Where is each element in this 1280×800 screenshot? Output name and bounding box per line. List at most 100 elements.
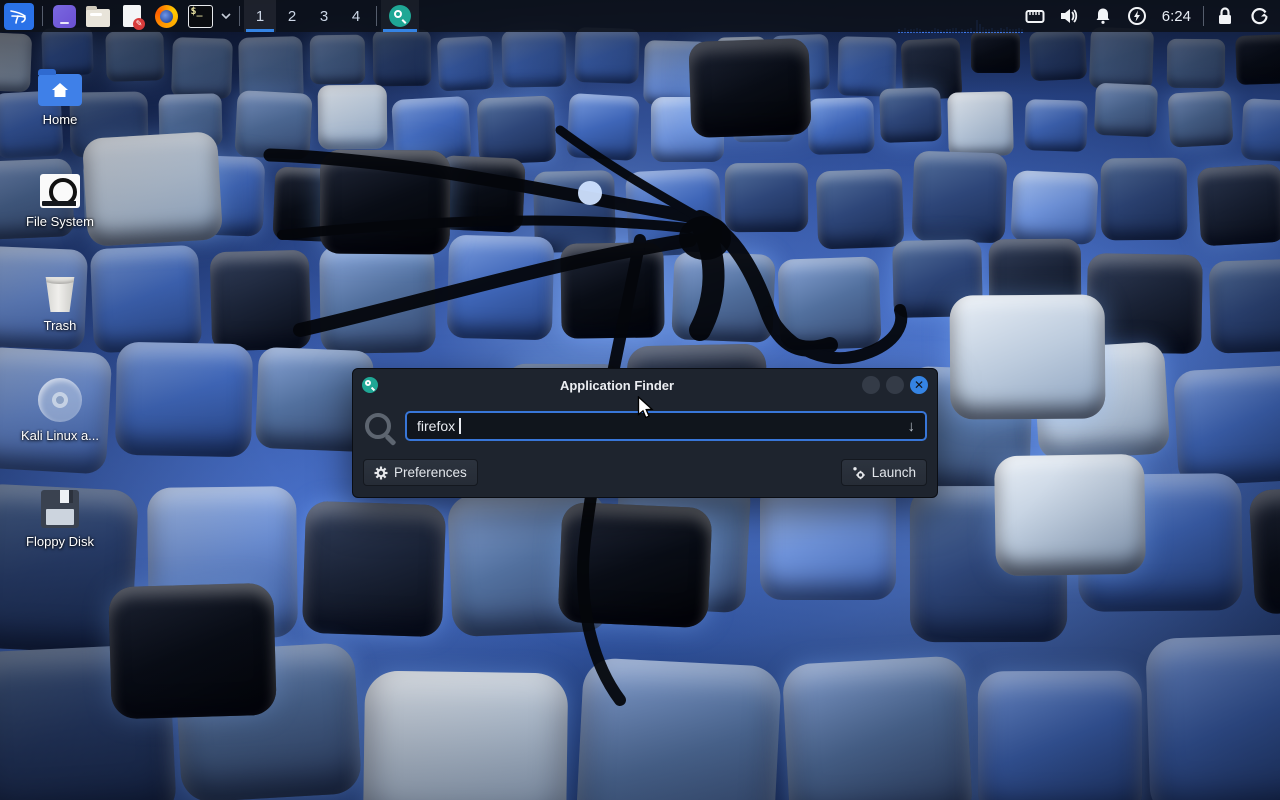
desktop-icon-label: Kali Linux a... <box>12 428 108 443</box>
preferences-button[interactable]: Preferences <box>363 459 478 486</box>
preferences-label: Preferences <box>394 465 467 480</box>
desktop-icon-label: Trash <box>12 318 108 333</box>
wallpaper-cube <box>837 36 896 96</box>
workspace-label: 4 <box>352 8 360 25</box>
wallpaper-cube <box>319 244 436 354</box>
wallpaper-cube <box>234 90 312 160</box>
window-titlebar[interactable]: Application Finder ✕ <box>353 369 937 401</box>
wallpaper-cube <box>302 501 446 638</box>
search-icon <box>365 413 391 439</box>
launch-button[interactable]: Launch <box>841 459 927 486</box>
file-manager-icon <box>86 9 110 27</box>
desktop-icon-kali-linux[interactable]: Kali Linux a... <box>12 374 108 443</box>
wallpaper-cube <box>108 583 277 720</box>
panel-separator <box>42 6 43 26</box>
wallpaper-cube <box>560 242 664 338</box>
wallpaper-cube <box>318 85 388 150</box>
desktop-icon-home[interactable]: Home <box>12 58 108 127</box>
wallpaper-cube <box>310 35 366 85</box>
kali-dragon-icon <box>4 3 34 30</box>
wallpaper-cube <box>115 342 253 458</box>
workspace-label: 3 <box>320 8 328 25</box>
notifications-bell-icon <box>1094 7 1112 25</box>
wallpaper-cube <box>816 169 905 250</box>
wallpaper-cube <box>501 29 566 87</box>
application-finder-window: Application Finder ✕ firefox ↓ <box>352 368 938 498</box>
hard-drive-icon <box>40 174 80 208</box>
text-caret <box>459 418 461 434</box>
launcher-firefox[interactable] <box>149 0 183 32</box>
run-icon <box>852 466 866 480</box>
wallpaper-cube <box>1145 633 1280 800</box>
desktop-icon-label: File System <box>12 214 108 229</box>
chevron-down-icon <box>221 13 231 19</box>
active-workspace-underline <box>246 29 274 32</box>
application-finder-button[interactable] <box>381 0 419 32</box>
wallpaper-cube <box>320 150 451 255</box>
lock-icon <box>1217 7 1233 25</box>
launcher-file-manager[interactable] <box>81 0 115 32</box>
minimize-button[interactable] <box>862 376 880 394</box>
wallpaper-cube <box>671 251 775 343</box>
desktop-icon-label: Home <box>12 112 108 127</box>
launcher-terminal[interactable]: $_ <box>183 0 217 32</box>
clock[interactable]: 6:24 <box>1154 0 1199 32</box>
launcher-text-editor[interactable] <box>115 0 149 32</box>
top-panel: $_ 1 2 3 4 <box>0 0 1280 32</box>
wallpaper-cube <box>1240 98 1280 163</box>
volume-icon <box>1059 7 1079 25</box>
workspace-button-4[interactable]: 4 <box>340 0 372 32</box>
wallpaper-cube <box>373 30 432 87</box>
wallpaper-cube <box>437 36 494 92</box>
wallpaper-cube <box>782 655 974 800</box>
desktop-icon-floppy-disk[interactable]: Floppy Disk <box>12 480 108 549</box>
wallpaper-cube <box>978 671 1143 800</box>
network-tray-button[interactable] <box>1018 0 1052 32</box>
wallpaper-cube <box>574 657 782 800</box>
notifications-tray-button[interactable] <box>1086 0 1120 32</box>
wallpaper-cube <box>171 37 233 99</box>
power-manager-tray-button[interactable] <box>1120 0 1154 32</box>
dialog-button-row: Preferences Launch <box>353 445 937 486</box>
desktop-icon-file-system[interactable]: File System <box>12 160 108 229</box>
panel-separator <box>376 6 377 26</box>
wallpaper-cube <box>1029 30 1087 81</box>
desktop-icon-trash[interactable]: Trash <box>12 264 108 333</box>
close-button[interactable]: ✕ <box>910 376 928 394</box>
wallpaper-cube <box>1235 34 1280 85</box>
wallpaper-cube <box>950 294 1106 419</box>
wallpaper-cube <box>1010 170 1098 245</box>
wallpaper-cube <box>777 256 881 350</box>
workspace-button-2[interactable]: 2 <box>276 0 308 32</box>
maximize-button[interactable] <box>886 376 904 394</box>
logout-icon <box>1250 7 1269 26</box>
lock-screen-button[interactable] <box>1208 0 1242 32</box>
workspace-button-1[interactable]: 1 <box>244 0 276 32</box>
wallpaper-cube <box>363 671 568 800</box>
wallpaper-cube <box>1249 483 1280 615</box>
wallpaper-cube <box>1101 158 1188 241</box>
logout-button[interactable] <box>1242 0 1276 32</box>
search-input-value: firefox <box>417 418 455 434</box>
firefox-icon <box>155 5 178 28</box>
wallpaper-cube <box>879 87 942 143</box>
wallpaper-cube <box>947 91 1014 157</box>
terminal-dropdown-button[interactable] <box>217 0 235 32</box>
volume-tray-button[interactable] <box>1052 0 1086 32</box>
wallpaper-cube <box>1173 365 1280 487</box>
floppy-disk-icon <box>41 490 79 528</box>
home-folder-icon <box>38 74 82 106</box>
launcher-purple-window[interactable] <box>47 0 81 32</box>
wallpaper-cube <box>574 27 640 84</box>
active-app-underline <box>383 29 417 32</box>
dropdown-arrow-icon[interactable]: ↓ <box>908 418 916 435</box>
search-input[interactable]: firefox ↓ <box>405 411 927 441</box>
wallpaper-cube <box>1197 164 1280 247</box>
applications-menu-button[interactable] <box>0 0 38 32</box>
wallpaper-cube <box>760 480 896 600</box>
gear-icon <box>374 466 388 480</box>
workspace-button-3[interactable]: 3 <box>308 0 340 32</box>
wallpaper-cube <box>105 30 164 82</box>
workspace-label: 1 <box>256 8 264 25</box>
wallpaper-cube <box>1168 90 1234 147</box>
